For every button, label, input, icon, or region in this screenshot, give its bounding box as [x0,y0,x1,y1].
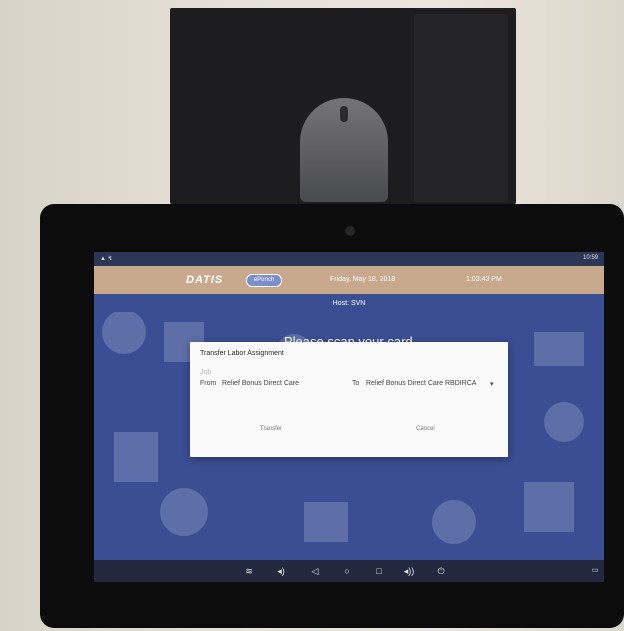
transfer-button[interactable]: Transfer [260,426,282,432]
from-value: Relief Bonus Direct Care [222,380,300,387]
volume-up-icon[interactable]: ◂)) [402,565,416,577]
wall-mount-panel [414,14,508,202]
dropdown-caret-icon[interactable]: ▾ [490,380,494,388]
dialog-title: Transfer Labor Assignment [200,350,284,357]
back-icon[interactable]: ◁ [308,565,322,577]
android-status-bar: ▲ ↯ 10:59 [94,252,604,266]
chevrons-down-icon[interactable]: ≋ [242,565,256,577]
header-date: Friday, May 18, 2018 [330,276,396,283]
to-label: To [352,380,360,387]
datis-logo: DATIS [186,274,224,286]
tablet-screen: ▲ ↯ 10:59 DATIS ePunch Friday, May 18, 2… [94,252,604,582]
epunch-badge: ePunch [246,274,282,287]
recents-icon[interactable]: □ [372,565,386,577]
status-clock: 10:59 [582,255,598,261]
to-select[interactable]: Relief Bonus Direct Care RBDIRCA [366,380,476,387]
front-camera [345,226,355,236]
from-label: From [200,380,217,387]
cancel-button[interactable]: Cancel [416,426,435,432]
app-header: DATIS ePunch Friday, May 18, 2018 1:03:4… [94,266,604,294]
volume-down-icon[interactable]: ◂) [274,565,288,577]
android-navigation-bar: ≋ ◂) ◁ ○ □ ◂)) ⏻ ▭ [94,560,604,582]
keyboard-icon[interactable]: ▭ [588,565,602,577]
host-label: Host: SVN [332,300,366,307]
status-icons: ▲ ↯ [100,256,113,262]
job-field-label: Job [200,369,212,376]
header-time: 1:03:43 PM [466,276,502,283]
home-icon[interactable]: ○ [340,565,354,577]
power-icon[interactable]: ⏻ [434,565,448,577]
transfer-labor-dialog: Transfer Labor Assignment Job From Relie… [190,342,508,457]
mount-clip-slot [340,106,348,122]
